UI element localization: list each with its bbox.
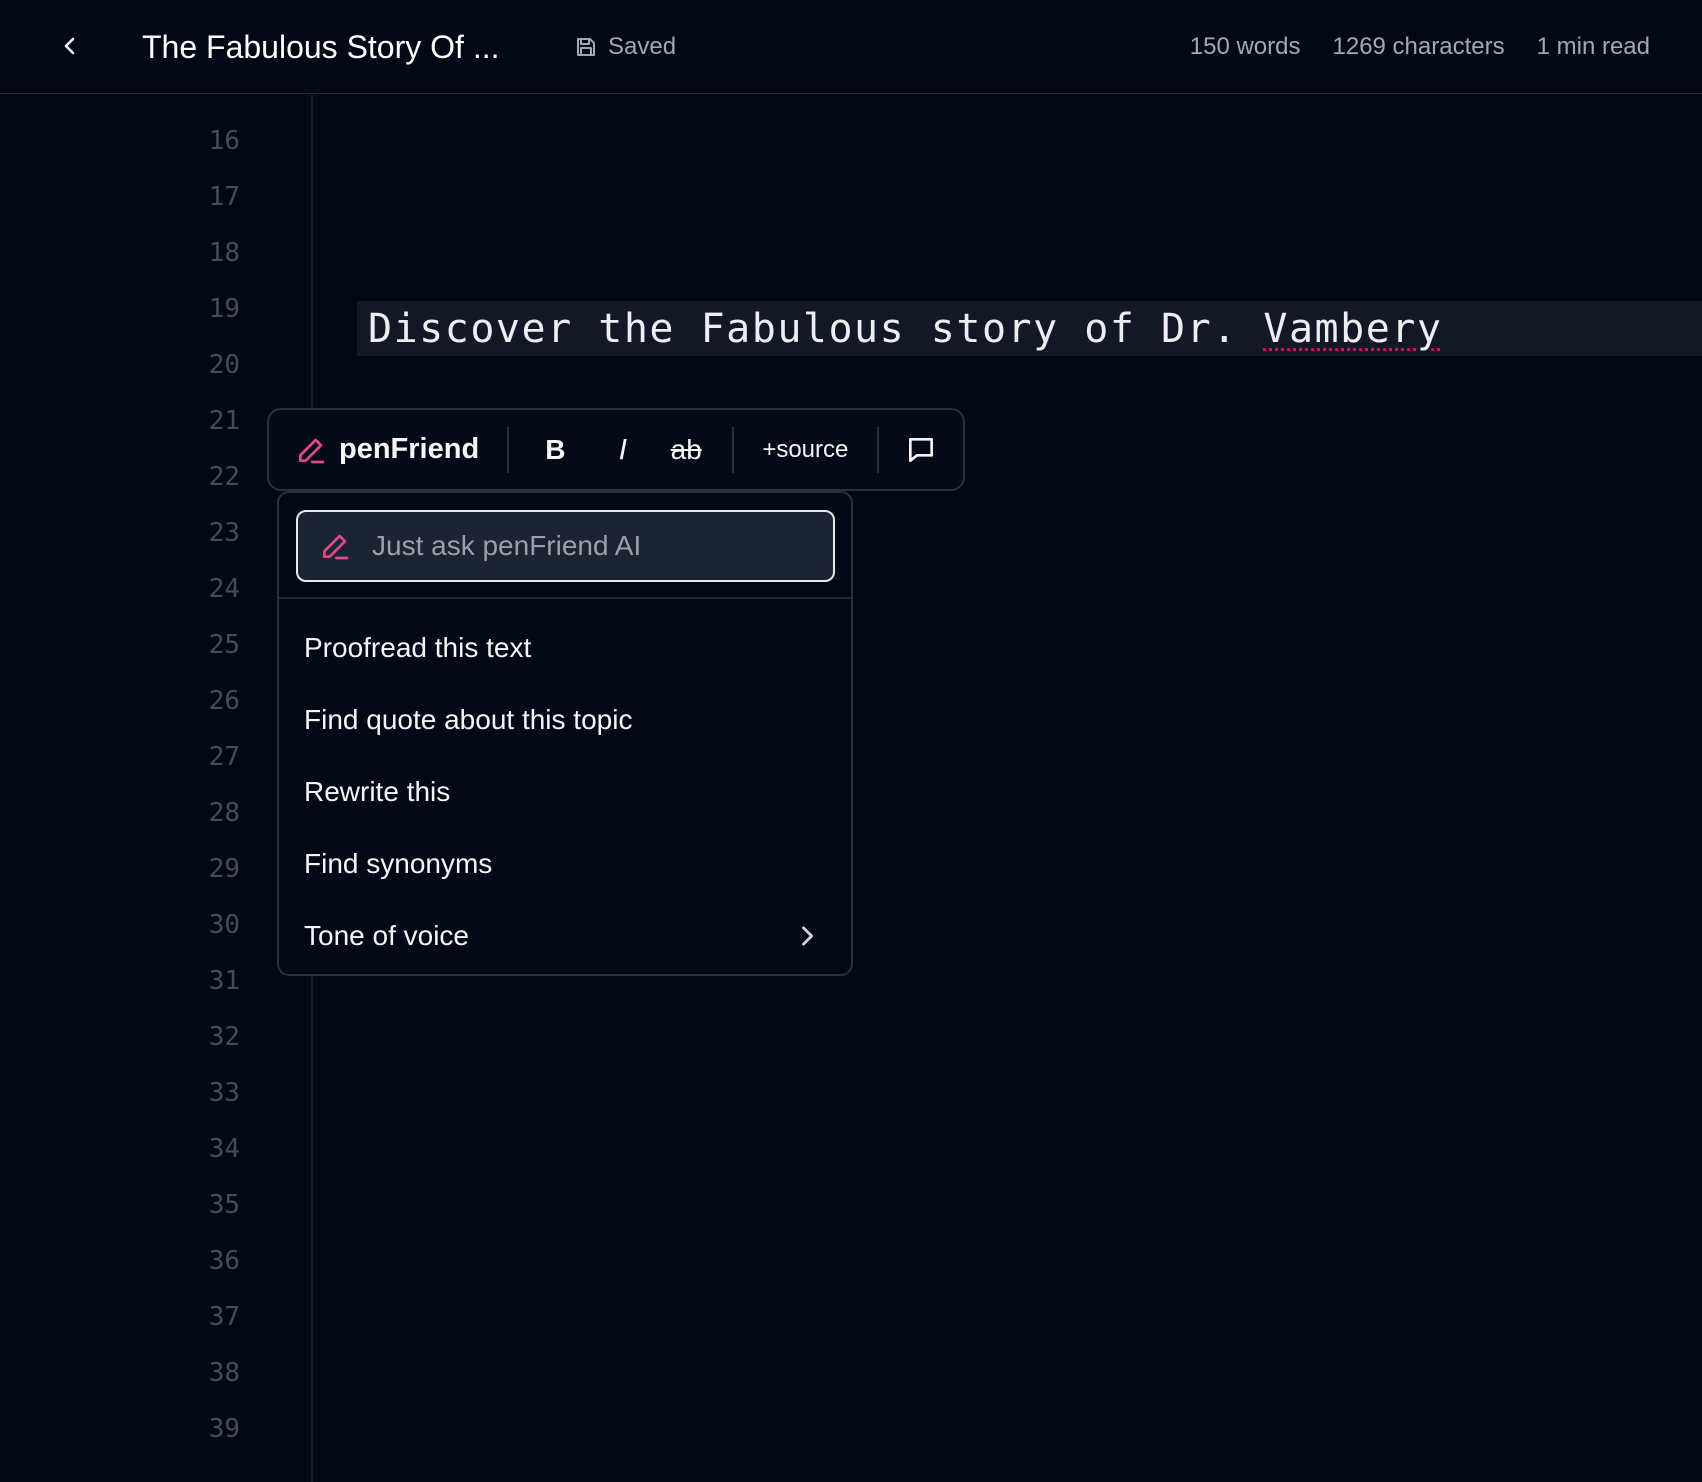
line-number: 36 xyxy=(208,1246,240,1276)
toolbar-divider xyxy=(507,426,510,473)
chevron-left-icon xyxy=(64,37,75,55)
penfriend-button[interactable]: penFriend xyxy=(269,410,507,489)
line-number: 27 xyxy=(208,742,240,772)
line-number: 22 xyxy=(208,462,240,492)
menu-item-proofread[interactable]: Proofread this text xyxy=(279,612,851,684)
line-number: 18 xyxy=(208,238,240,268)
line-number: 19 xyxy=(208,294,240,324)
line-number: 31 xyxy=(208,966,240,996)
line-number: 39 xyxy=(208,1414,240,1444)
chevron-right-icon xyxy=(802,926,814,946)
ai-prompt-input[interactable] xyxy=(370,529,833,563)
line-number: 29 xyxy=(208,854,240,884)
ai-action-list: Proofread this text Find quote about thi… xyxy=(279,612,851,972)
misspelled-word[interactable]: Vambery xyxy=(1263,306,1442,352)
ai-prompt-field[interactable] xyxy=(296,510,835,582)
line-number: 28 xyxy=(208,798,240,828)
document-stats: 150 words 1269 characters 1 min read xyxy=(1190,30,1650,64)
editor-app: The Fabulous Story Of ... Saved 150 word… xyxy=(0,0,1702,1482)
menu-item-find-synonyms[interactable]: Find synonyms xyxy=(279,828,851,900)
save-status-label: Saved xyxy=(608,33,677,60)
penfriend-ai-menu: Proofread this text Find quote about thi… xyxy=(277,491,853,976)
line-number: 37 xyxy=(208,1302,240,1332)
editor-text[interactable]: Discover the Fabulous story of Dr. Vambe… xyxy=(368,305,1442,353)
italic-button[interactable]: I xyxy=(592,410,655,489)
line-number: 20 xyxy=(208,350,240,380)
menu-divider xyxy=(279,597,851,599)
add-source-button[interactable]: +source xyxy=(734,410,877,489)
line-number: 38 xyxy=(208,1358,240,1388)
pen-icon xyxy=(299,438,325,463)
penfriend-label: penFriend xyxy=(339,433,480,465)
line-number: 24 xyxy=(208,574,240,604)
line-number: 23 xyxy=(208,518,240,548)
menu-item-label: Tone of voice xyxy=(304,920,469,951)
line-number: 33 xyxy=(208,1078,240,1108)
line-number: 25 xyxy=(208,630,240,660)
bold-button[interactable]: B xyxy=(519,410,592,489)
line-number: 34 xyxy=(208,1134,240,1164)
word-count: 150 words xyxy=(1189,33,1301,60)
line-number: 35 xyxy=(208,1190,240,1220)
comment-button[interactable] xyxy=(879,410,963,489)
character-count: 1269 characters xyxy=(1332,33,1505,60)
pen-icon xyxy=(318,529,352,563)
document-title[interactable]: The Fabulous Story Of ... xyxy=(142,27,499,67)
line-number: 26 xyxy=(208,686,240,716)
menu-item-tone-of-voice[interactable]: Tone of voice xyxy=(279,900,851,972)
line-number: 21 xyxy=(208,406,240,436)
menu-item-rewrite[interactable]: Rewrite this xyxy=(279,756,851,828)
floppy-disk-icon xyxy=(577,38,595,56)
line-number: 30 xyxy=(208,910,240,940)
strikethrough-button[interactable]: ab xyxy=(655,410,718,489)
line-number: 17 xyxy=(208,182,240,212)
active-editor-line[interactable]: Discover the Fabulous story of Dr. Vambe… xyxy=(357,301,1702,356)
line-number: 16 xyxy=(208,126,240,156)
line-number: 32 xyxy=(208,1022,240,1052)
editor-text-main: Discover the Fabulous story of Dr. xyxy=(368,306,1264,352)
back-button[interactable] xyxy=(54,30,86,62)
menu-item-find-quote[interactable]: Find quote about this topic xyxy=(279,684,851,756)
save-status: Saved xyxy=(574,30,676,64)
top-bar: The Fabulous Story Of ... Saved 150 word… xyxy=(0,0,1702,94)
read-time: 1 min read xyxy=(1536,33,1650,60)
formatting-toolbar: penFriend B I ab +source xyxy=(267,408,965,491)
speech-bubble-icon xyxy=(908,437,933,462)
